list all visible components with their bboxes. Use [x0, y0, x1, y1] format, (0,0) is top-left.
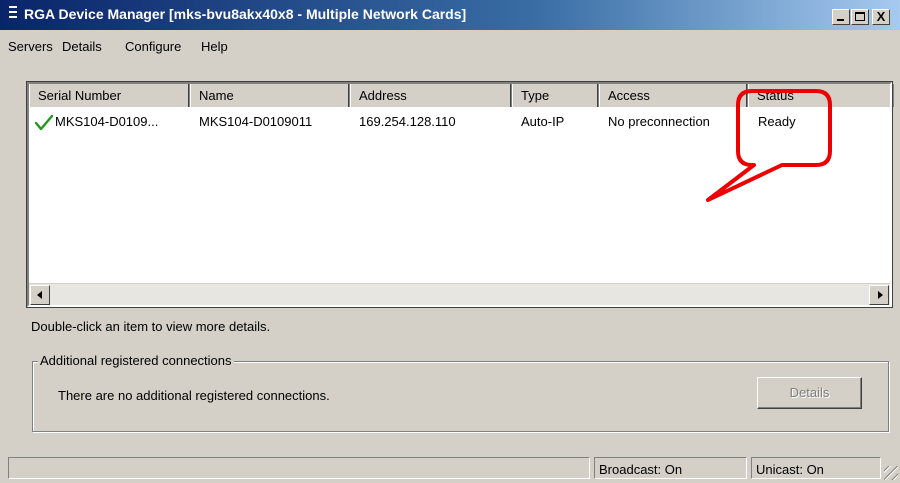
menu-details[interactable]: Details	[62, 39, 102, 54]
cell-status: Ready	[758, 114, 796, 129]
no-connections-message: There are no additional registered conne…	[58, 388, 330, 403]
cell-type: Auto-IP	[521, 114, 565, 129]
menu-bar: Servers Details Configure Help	[0, 30, 900, 60]
window-title: RGA Device Manager [mks-bvu8akx40x8 - Mu…	[24, 6, 467, 22]
scroll-left-button[interactable]	[30, 285, 50, 305]
close-icon: X	[876, 9, 886, 24]
horizontal-scrollbar[interactable]	[29, 283, 890, 305]
status-broadcast: Broadcast: On	[594, 457, 747, 479]
cell-access: No preconnection	[608, 114, 710, 129]
column-status[interactable]: Status	[748, 84, 894, 107]
status-unicast: Unicast: On	[751, 457, 881, 479]
cell-address: 169.254.128.110	[359, 114, 456, 129]
rga-device-manager-window: RGA Device Manager [mks-bvu8akx40x8 - Mu…	[0, 0, 900, 483]
scroll-right-button[interactable]	[869, 285, 889, 305]
hint-text: Double-click an item to view more detail…	[31, 319, 271, 334]
column-serial-number[interactable]: Serial Number	[29, 84, 190, 107]
maximize-icon	[855, 12, 865, 21]
maximize-button[interactable]	[851, 9, 869, 25]
arrow-right-icon	[878, 291, 883, 299]
device-list[interactable]: Serial Number Name Address Type Access S…	[26, 81, 894, 308]
app-icon	[9, 6, 19, 20]
column-access[interactable]: Access	[599, 84, 748, 107]
column-address[interactable]: Address	[350, 84, 512, 107]
group-label: Additional registered connections	[38, 353, 234, 368]
column-type[interactable]: Type	[512, 84, 599, 107]
minimize-button[interactable]	[832, 9, 850, 25]
menu-help[interactable]: Help	[201, 39, 228, 54]
status-bar: Broadcast: On Unicast: On	[0, 452, 900, 483]
status-panel-main	[8, 457, 590, 479]
cell-name: MKS104-D0109011	[199, 114, 313, 129]
close-button[interactable]: X	[872, 9, 890, 25]
cell-serial: MKS104-D0109...	[55, 114, 159, 129]
details-button[interactable]: Details	[757, 377, 862, 409]
green-check-icon	[35, 115, 53, 131]
minimize-icon	[837, 19, 844, 21]
arrow-left-icon	[37, 291, 42, 299]
resize-grip-icon[interactable]	[884, 466, 898, 480]
table-row[interactable]: MKS104-D0109... MKS104-D0109011 169.254.…	[29, 114, 890, 134]
menu-configure[interactable]: Configure	[125, 39, 181, 54]
title-bar[interactable]: RGA Device Manager [mks-bvu8akx40x8 - Mu…	[0, 0, 900, 30]
column-name[interactable]: Name	[190, 84, 350, 107]
menu-servers[interactable]: Servers	[8, 39, 53, 54]
list-header: Serial Number Name Address Type Access S…	[29, 84, 894, 107]
